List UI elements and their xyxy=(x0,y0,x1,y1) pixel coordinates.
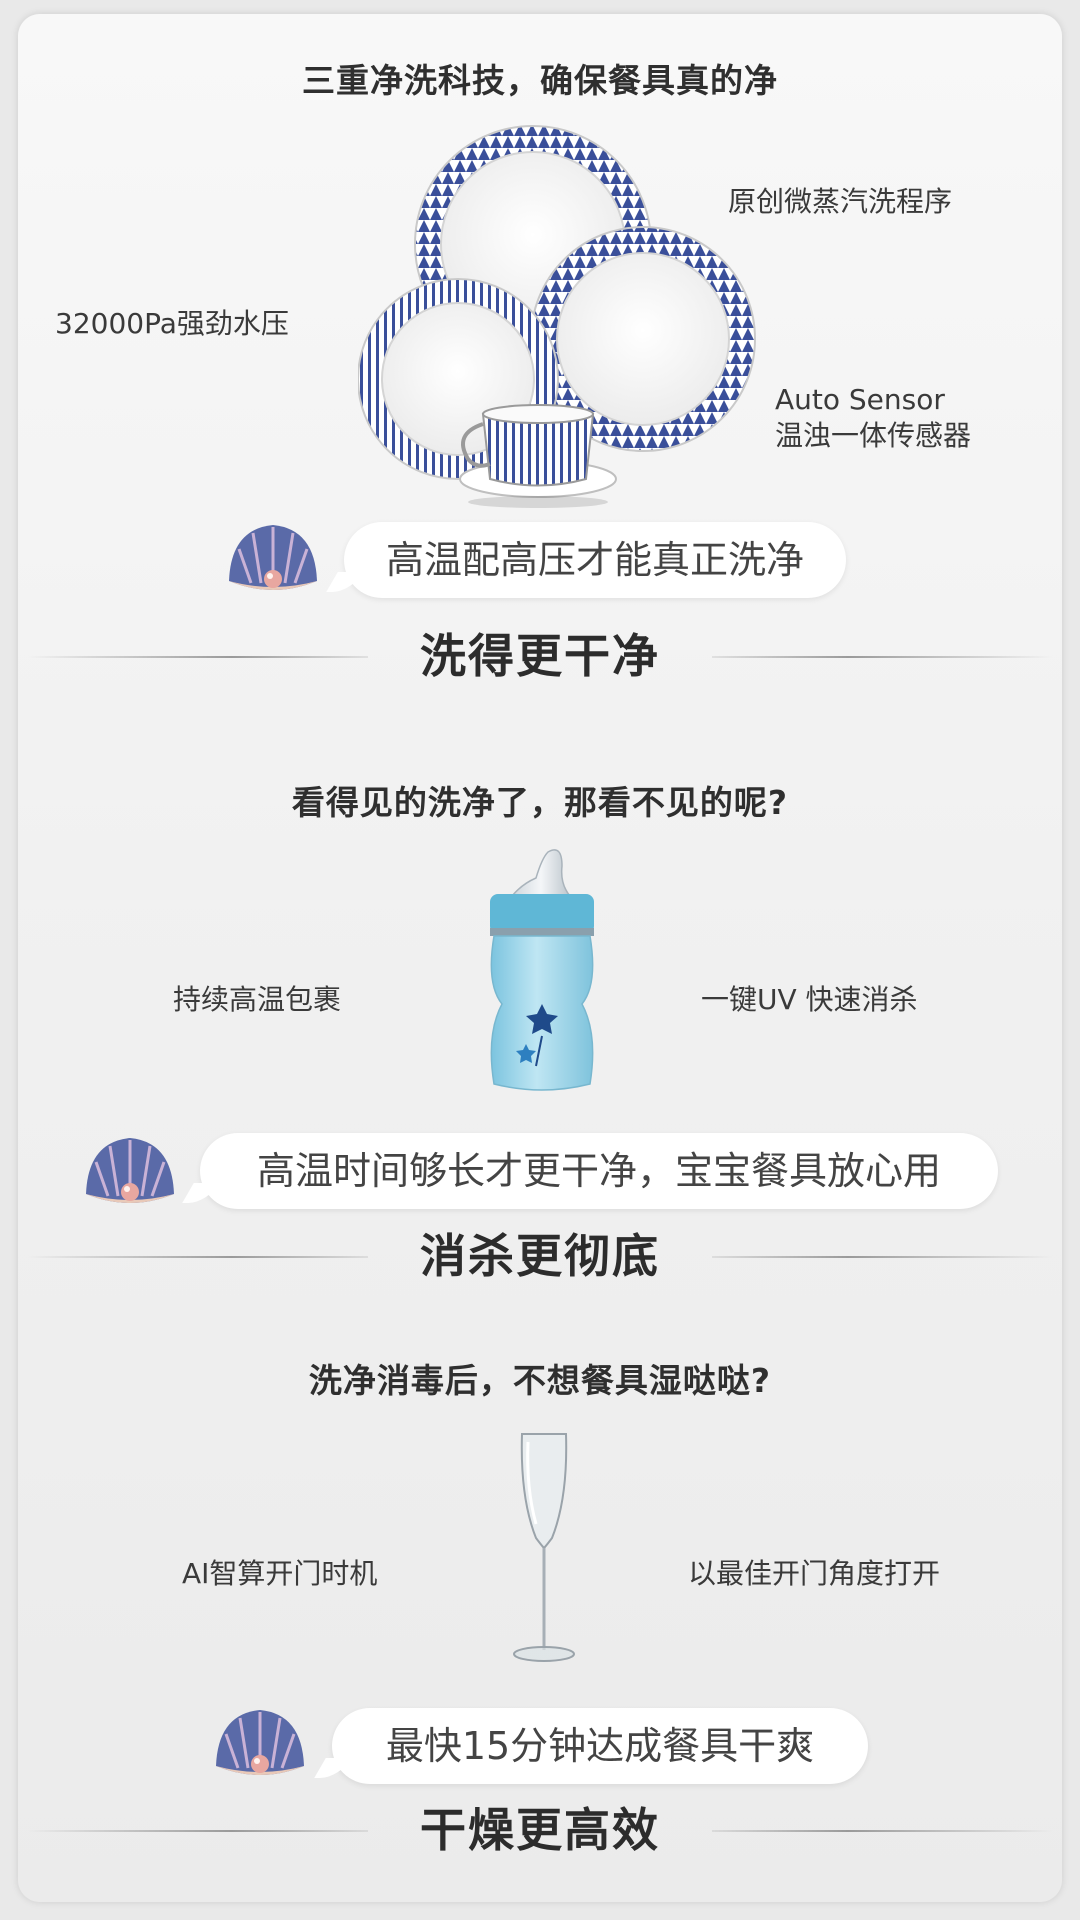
shell-pearl-icon xyxy=(216,1710,304,1775)
champagne-glass-image xyxy=(513,1433,575,1662)
feature-door-angle: 以最佳开门角度打开 xyxy=(688,1557,941,1590)
shell-pearl-icon xyxy=(229,525,317,590)
section-wash: 三重净洗科技，确保餐具真的净 原创微蒸汽洗程序 32000Pa强劲水压 Auto… xyxy=(18,14,1062,684)
infographic-card: 三重净洗科技，确保餐具真的净 原创微蒸汽洗程序 32000Pa强劲水压 Auto… xyxy=(18,14,1062,1902)
divider-line-right xyxy=(712,1830,1052,1832)
divider-line-right xyxy=(712,1256,1052,1258)
baby-bottle-image xyxy=(490,849,594,1091)
section-divider: 洗得更干净 xyxy=(18,626,1062,686)
section-sterilize: 看得见的洗净了，那看不见的呢? 持续高温包裹 一键UV 快速消杀 高温时间够长才… xyxy=(18,734,1062,1334)
section-dry: 洗净消毒后，不想餐具湿哒哒? AI智算开门时机 以最佳开门角度打开 最快15分钟… xyxy=(18,1324,1062,1902)
feature-steam-program: 原创微蒸汽洗程序 xyxy=(728,185,953,218)
tip-bubble: 高温配高压才能真正洗净 xyxy=(344,522,846,598)
feature-ai-door-timing: AI智算开门时机 xyxy=(182,1557,378,1590)
dinnerware-plates-image xyxy=(358,125,756,508)
feature-sensor-desc: 温浊一体传感器 xyxy=(775,419,972,452)
divider-line-right xyxy=(712,656,1052,658)
section-headline: 看得见的洗净了，那看不见的呢? xyxy=(291,783,789,822)
section-divider: 干燥更高效 xyxy=(18,1800,1062,1860)
feature-water-pressure: 32000Pa强劲水压 xyxy=(55,307,289,340)
tip-bubble: 高温时间够长才更干净，宝宝餐具放心用 xyxy=(200,1133,998,1209)
feature-sensor-name: Auto Sensor xyxy=(775,383,945,416)
feature-high-temp: 持续高温包裹 xyxy=(173,983,342,1016)
shell-pearl-icon xyxy=(86,1138,174,1203)
section-headline: 洗净消毒后，不想餐具湿哒哒? xyxy=(308,1361,772,1400)
section-headline: 三重净洗科技，确保餐具真的净 xyxy=(302,61,778,100)
section-divider: 消杀更彻底 xyxy=(18,1226,1062,1286)
feature-uv: 一键UV 快速消杀 xyxy=(701,983,918,1016)
tip-bubble: 最快15分钟达成餐具干爽 xyxy=(332,1708,868,1784)
